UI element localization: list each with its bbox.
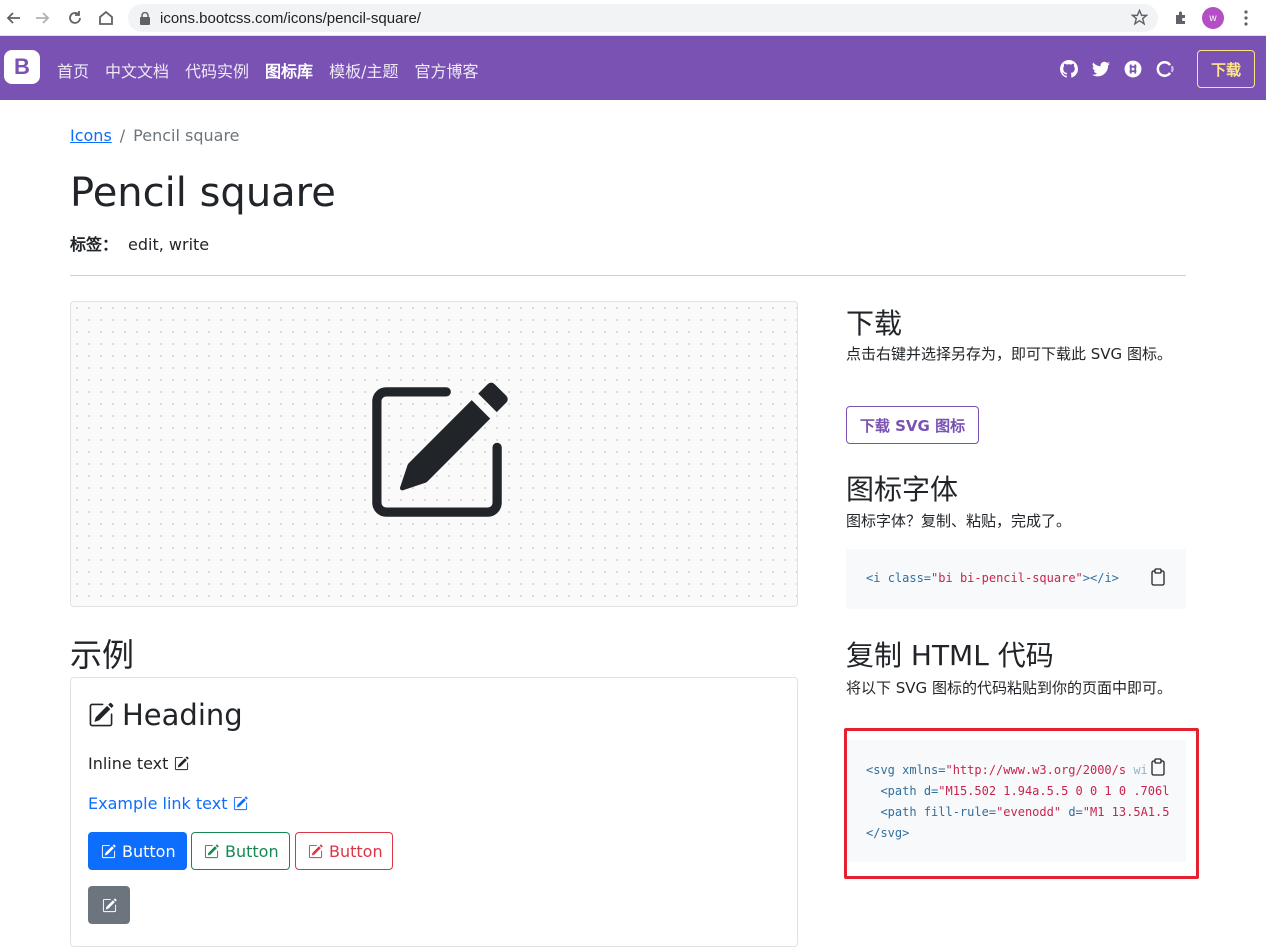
pencil-square-icon <box>204 843 219 859</box>
example-danger-button[interactable]: Button <box>295 832 393 870</box>
url-text: icons.bootcss.com/icons/pencil-square/ <box>160 9 421 27</box>
copy-html-title: 复制 HTML 代码 <box>846 639 1054 672</box>
page-title: Pencil square <box>70 170 336 216</box>
download-svg-button[interactable]: 下载 SVG 图标 <box>846 406 979 444</box>
button-label: Button <box>329 841 383 861</box>
pencil-square-icon <box>233 796 249 811</box>
pencil-square-icon <box>308 843 323 859</box>
clipboard-copy-icon[interactable] <box>1150 568 1166 586</box>
code-value: "bi bi-pencil-square" <box>931 571 1083 585</box>
download-title: 下载 <box>846 307 903 340</box>
nav-icons[interactable]: 图标库 <box>265 58 313 82</box>
home-icon[interactable] <box>96 8 116 28</box>
code-attr: class= <box>887 571 932 585</box>
example-success-button[interactable]: Button <box>191 832 290 870</box>
icon-font-code[interactable]: <i class="bi bi-pencil-square"></i> <box>846 549 1186 609</box>
divider <box>70 275 1186 276</box>
download-desc: 点击右键并选择另存为，即可下载此 SVG 图标。 <box>846 345 1172 363</box>
nav-blog[interactable]: 官方博客 <box>414 58 478 82</box>
example-inline-text: Inline text <box>88 754 169 773</box>
browser-menu-icon[interactable] <box>1236 8 1256 28</box>
bootstrap-logo[interactable]: B <box>4 50 40 84</box>
forward-icon[interactable] <box>32 8 52 28</box>
profile-avatar[interactable]: w <box>1202 7 1224 29</box>
icon-font-desc: 图标字体？复制、粘贴，完成了。 <box>846 512 1072 530</box>
example-link-text[interactable]: Example link text <box>88 794 227 813</box>
pencil-square-icon <box>174 756 190 771</box>
lock-icon <box>140 11 152 25</box>
address-bar[interactable]: icons.bootcss.com/icons/pencil-square/ <box>128 4 1158 32</box>
red-highlight-annotation <box>844 728 1199 879</box>
breadcrumb: Icons / Pencil square <box>70 126 240 145</box>
copy-html-desc: 将以下 SVG 图标的代码粘贴到你的页面中即可。 <box>846 679 1172 697</box>
nav-docs[interactable]: 中文文档 <box>105 58 169 82</box>
nav-examples[interactable]: 代码实例 <box>185 58 249 82</box>
example-icon-button[interactable] <box>88 886 130 924</box>
extensions-puzzle-icon[interactable] <box>1171 8 1191 28</box>
bookmark-star-icon[interactable] <box>1130 8 1149 30</box>
reload-icon[interactable] <box>65 8 85 28</box>
tags-line: 标签： edit, write <box>70 231 209 255</box>
pencil-square-icon <box>88 702 114 728</box>
nav-home[interactable]: 首页 <box>57 58 89 82</box>
tags-label: 标签： <box>70 235 119 254</box>
nav-themes[interactable]: 模板/主题 <box>329 58 398 82</box>
pencil-square-icon <box>101 843 116 859</box>
example-primary-button[interactable]: Button <box>88 832 187 870</box>
examples-box: Heading Inline text Example link text Bu… <box>70 677 798 947</box>
examples-title: 示例 <box>70 636 135 674</box>
example-link[interactable]: Example link text <box>88 794 249 813</box>
breadcrumb-current: Pencil square <box>133 126 240 145</box>
download-nav-button[interactable]: 下载 <box>1197 50 1255 88</box>
breadcrumb-icons-link[interactable]: Icons <box>70 126 112 145</box>
button-label: Button <box>122 841 176 861</box>
example-heading-text: Heading <box>122 698 243 732</box>
example-inline: Inline text <box>88 754 190 773</box>
code-tag: <i <box>866 571 888 585</box>
back-icon[interactable] <box>4 8 24 28</box>
code-tag: ></i> <box>1082 571 1119 585</box>
button-label: Button <box>225 841 279 861</box>
example-heading: Heading <box>88 698 243 732</box>
nav-links: 首页 中文文档 代码实例 图标库 模板/主题 官方博客 <box>57 58 494 82</box>
browser-toolbar: icons.bootcss.com/icons/pencil-square/ w <box>0 0 1266 36</box>
tags-value: edit, write <box>128 235 210 254</box>
twitter-icon[interactable] <box>1092 60 1110 78</box>
slack-icon[interactable] <box>1124 60 1142 78</box>
pencil-square-icon <box>372 382 508 517</box>
icon-font-title: 图标字体 <box>846 473 959 506</box>
github-icon[interactable] <box>1060 60 1078 78</box>
icon-preview <box>70 301 798 607</box>
site-navbar: B 首页 中文文档 代码实例 图标库 模板/主题 官方博客 下载 <box>0 36 1266 100</box>
pencil-square-icon <box>102 897 117 913</box>
opencollective-icon[interactable] <box>1156 60 1174 78</box>
